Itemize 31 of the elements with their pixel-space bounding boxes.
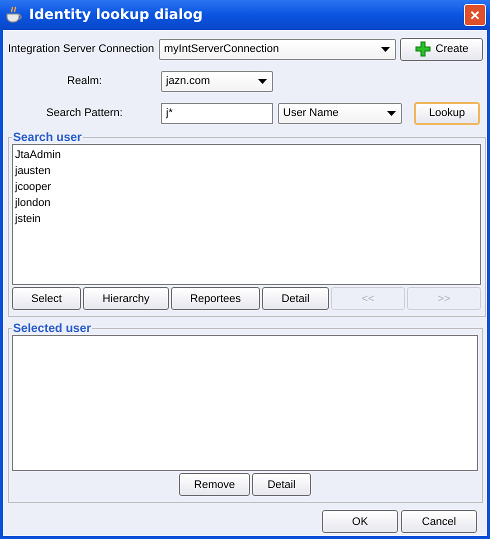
search-type-dropdown[interactable]: User Name bbox=[278, 102, 402, 124]
realm-label: Realm: bbox=[66, 75, 103, 87]
plus-icon bbox=[414, 41, 430, 57]
connection-label: Integration Server Connection bbox=[8, 43, 156, 55]
section-title: Search user bbox=[12, 130, 83, 144]
section-title: Selected user bbox=[12, 321, 92, 335]
dialog-button[interactable]: Cancel bbox=[401, 510, 477, 533]
action-button[interactable]: Detail bbox=[252, 473, 311, 496]
caret-icon bbox=[258, 78, 267, 84]
search-pattern-field[interactable]: j* bbox=[161, 102, 273, 124]
close-button[interactable]: ✕ bbox=[464, 4, 486, 26]
coffee-cup-icon bbox=[5, 6, 23, 24]
action-button[interactable]: Hierarchy bbox=[83, 287, 169, 310]
user-list-item[interactable]: jausten bbox=[15, 163, 478, 179]
dialog-button[interactable]: OK bbox=[322, 510, 398, 533]
user-list-item[interactable]: jstein bbox=[15, 211, 478, 227]
window-title: Identity lookup dialog bbox=[29, 7, 204, 23]
action-button[interactable]: Select bbox=[12, 287, 81, 310]
create-button[interactable]: Create bbox=[400, 38, 483, 60]
realm-dropdown[interactable]: jazn.com bbox=[161, 70, 273, 92]
lookup-button[interactable]: Lookup bbox=[414, 102, 480, 124]
user-list-item[interactable]: JtaAdmin bbox=[15, 147, 478, 163]
action-button[interactable]: Remove bbox=[179, 473, 250, 496]
action-button[interactable]: Reportees bbox=[171, 287, 260, 310]
action-button[interactable]: Detail bbox=[262, 287, 329, 310]
connection-dropdown[interactable]: myIntServerConnection bbox=[159, 38, 396, 60]
search-pattern-label: Search Pattern: bbox=[45, 107, 124, 119]
caret-icon bbox=[381, 46, 390, 52]
user-list-item[interactable]: jcooper bbox=[15, 179, 478, 195]
user-list-item[interactable]: jlondon bbox=[15, 195, 478, 211]
caret-icon bbox=[387, 110, 396, 116]
